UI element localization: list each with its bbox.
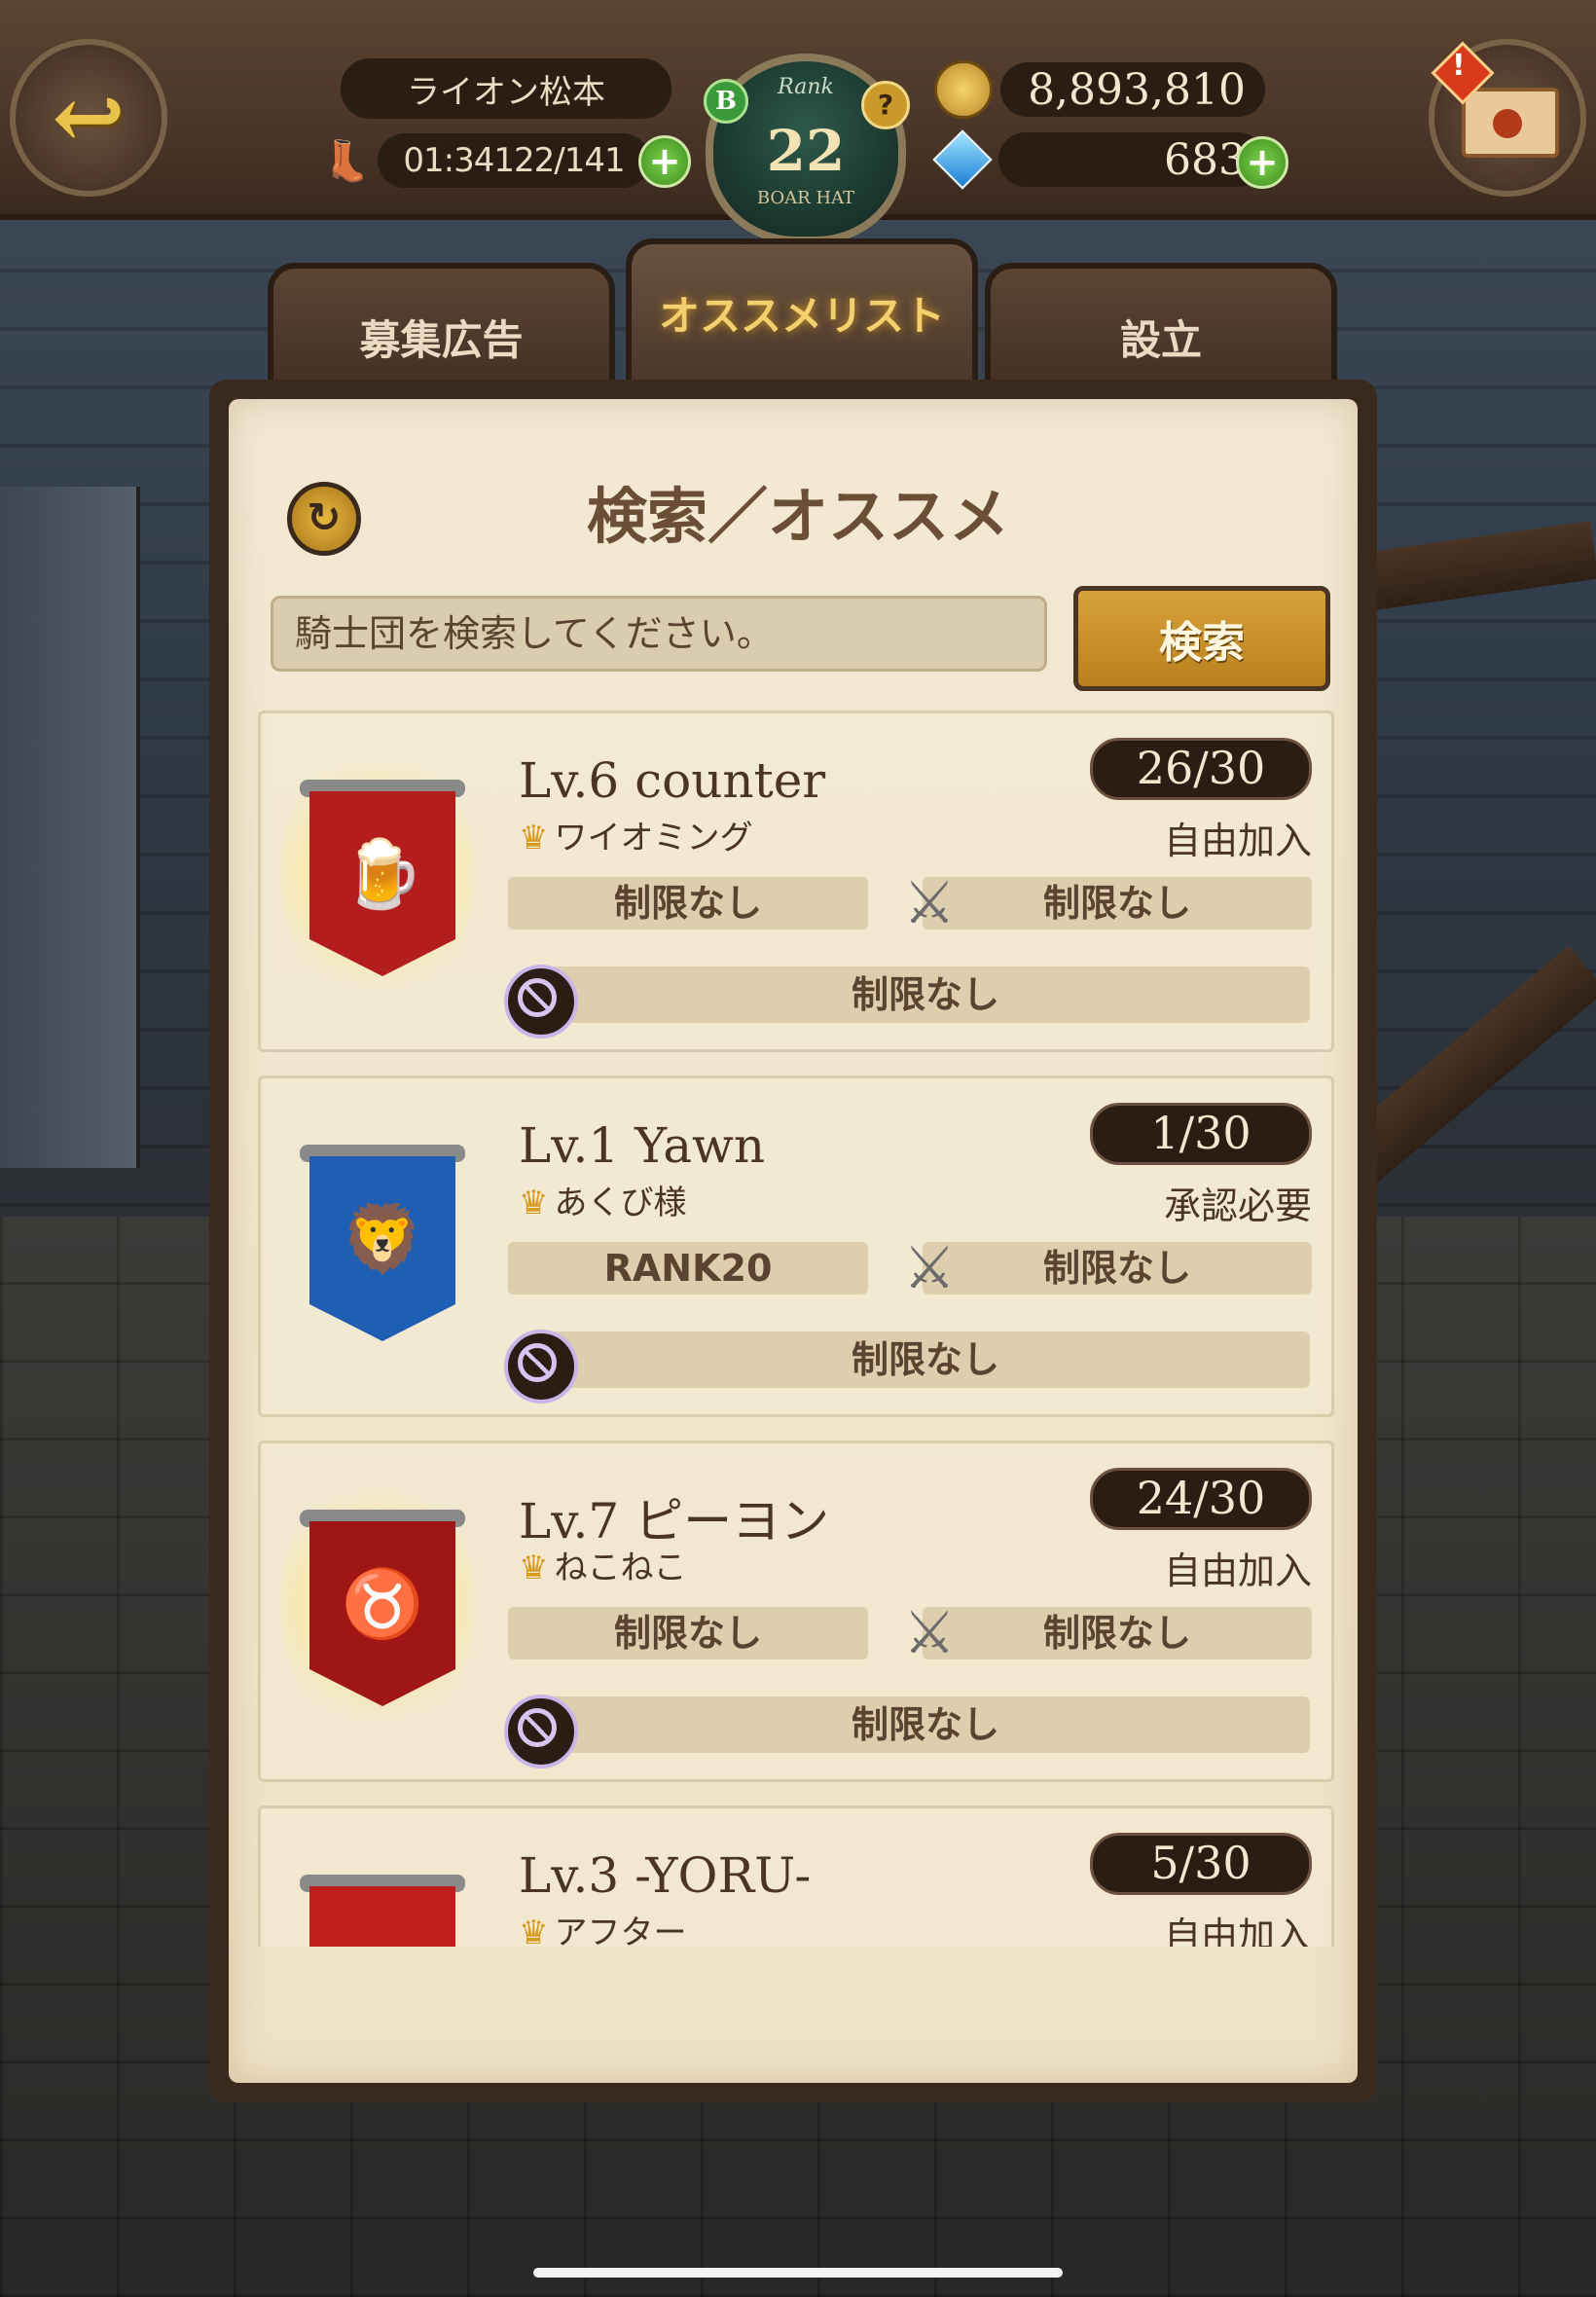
leader-name: あくび様 [554,1184,687,1222]
rank-value: 22 [766,118,846,184]
mail-button[interactable]: ! [1429,39,1586,197]
member-count: 26/30 [1090,738,1312,800]
add-gems-button[interactable]: + [1236,136,1288,189]
member-count: 24/30 [1090,1468,1312,1530]
guild-banner [300,1875,465,1947]
gold-row: 8,893,810 [934,60,1265,119]
stamina-display: 01:34 122/141 [378,133,650,188]
top-bar: ↩ ライオン松本 👢 01:34 122/141 + B ? Rank 22 B… [0,0,1596,244]
alert-mark: ! [1452,49,1466,83]
boot-icon: 👢 [322,138,371,184]
stamina-value: 122/141 [493,141,625,180]
banner-emblem-icon: 🦁 [341,1201,424,1278]
join-type: 承認必要 [1163,1185,1312,1227]
knight-level-name: Lv.3 -YORU- [519,1847,812,1904]
stamina-row: 👢 01:34 122/141 + [321,131,691,190]
knight-list[interactable]: 🍺 Lv.6 counter 26/30 ♛ ワイオミング 自由加入 制限なし 制… [248,711,1338,1947]
crown-icon: ♛ [519,1184,549,1222]
ban-icon [504,965,578,1039]
crossed-swords-icon: ⚔ [903,1234,956,1302]
panel-title: 検索／オススメ [586,481,1009,552]
rank-emblem-text: BOAR HAT [756,188,855,208]
join-type: 自由加入 [1163,1550,1312,1592]
rank-requirement: 制限なし [508,1607,868,1659]
gem-icon [932,129,993,190]
gold-amount: 8,893,810 [1000,62,1265,117]
banner-emblem-icon: 🍺 [341,836,424,913]
stamina-timer: 01:34 [403,141,494,180]
guild-banner: 🍺 [300,780,465,976]
crossed-swords-icon: ⚔ [903,1599,956,1667]
guild-banner: ♉ [300,1510,465,1706]
add-stamina-button[interactable]: + [638,135,691,188]
banner-cloth [309,1886,455,1947]
leader: ♛ ワイオミング [519,811,752,858]
leader-name: ワイオミング [554,819,753,857]
tab-recommended-list[interactable]: オススメリスト [626,238,978,386]
rank-requirement: 制限なし [508,877,868,930]
restriction-requirement: 制限なし [541,1696,1310,1753]
search-input[interactable]: 騎士団を検索してください。 [271,596,1047,672]
list-item[interactable]: 🦁 Lv.1 Yawn 1/30 ♛ あくび様 承認必要 RANK20 制限なし … [258,1076,1334,1417]
ban-icon [504,1330,578,1404]
back-button[interactable]: ↩ [10,39,167,197]
back-arrow-icon: ↩ [52,66,126,169]
power-requirement: 制限なし [923,1607,1312,1659]
power-requirement: 制限なし [923,877,1312,930]
member-count: 5/30 [1090,1833,1312,1895]
knight-level-name: Lv.1 Yawn [519,1117,766,1174]
leader-name: ねこねこ [554,1549,687,1587]
crown-icon: ♛ [519,1914,549,1947]
home-indicator[interactable] [533,2268,1063,2278]
guild-banner: 🦁 [300,1145,465,1341]
list-item[interactable]: 🍺 Lv.6 counter 26/30 ♛ ワイオミング 自由加入 制限なし 制… [258,711,1334,1052]
rank-badge[interactable]: B ? Rank 22 BOAR HAT [704,54,910,244]
ban-icon [504,1695,578,1768]
mail-seal-icon [1493,109,1522,138]
knight-level-name: Lv.6 counter [519,752,826,809]
list-item[interactable]: ♉ Lv.7 ピーヨン 24/30 ♛ ねこねこ 自由加入 制限なし 制限なし ⚔… [258,1440,1334,1782]
restriction-requirement: 制限なし [541,1331,1310,1388]
crown-icon: ♛ [519,1549,549,1587]
crown-icon: ♛ [519,819,549,857]
join-type: 自由加入 [1163,1914,1312,1947]
power-requirement: 制限なし [923,1242,1312,1294]
leader: ♛ ねこねこ [519,1541,686,1588]
leader: ♛ アフター [519,1906,686,1947]
gem-amount: 683 [998,132,1265,187]
background-tower [0,487,140,1168]
player-name: ライオン松本 [341,58,671,119]
banner-emblem-icon: ♉ [341,1566,424,1643]
leader-name: アフター [554,1914,687,1947]
restriction-requirement: 制限なし [541,966,1310,1023]
gem-row: 683 + [932,129,1288,190]
join-type: 自由加入 [1163,820,1312,862]
leader: ♛ あくび様 [519,1176,686,1223]
member-count: 1/30 [1090,1103,1312,1165]
list-item[interactable]: Lv.3 -YORU- 5/30 ♛ アフター 自由加入 [258,1805,1334,1947]
coin-icon [934,60,993,119]
crossed-swords-icon: ⚔ [903,869,956,937]
rank-requirement: RANK20 [508,1242,868,1294]
search-button[interactable]: 検索 [1073,586,1330,691]
rank-label: Rank [778,75,834,99]
